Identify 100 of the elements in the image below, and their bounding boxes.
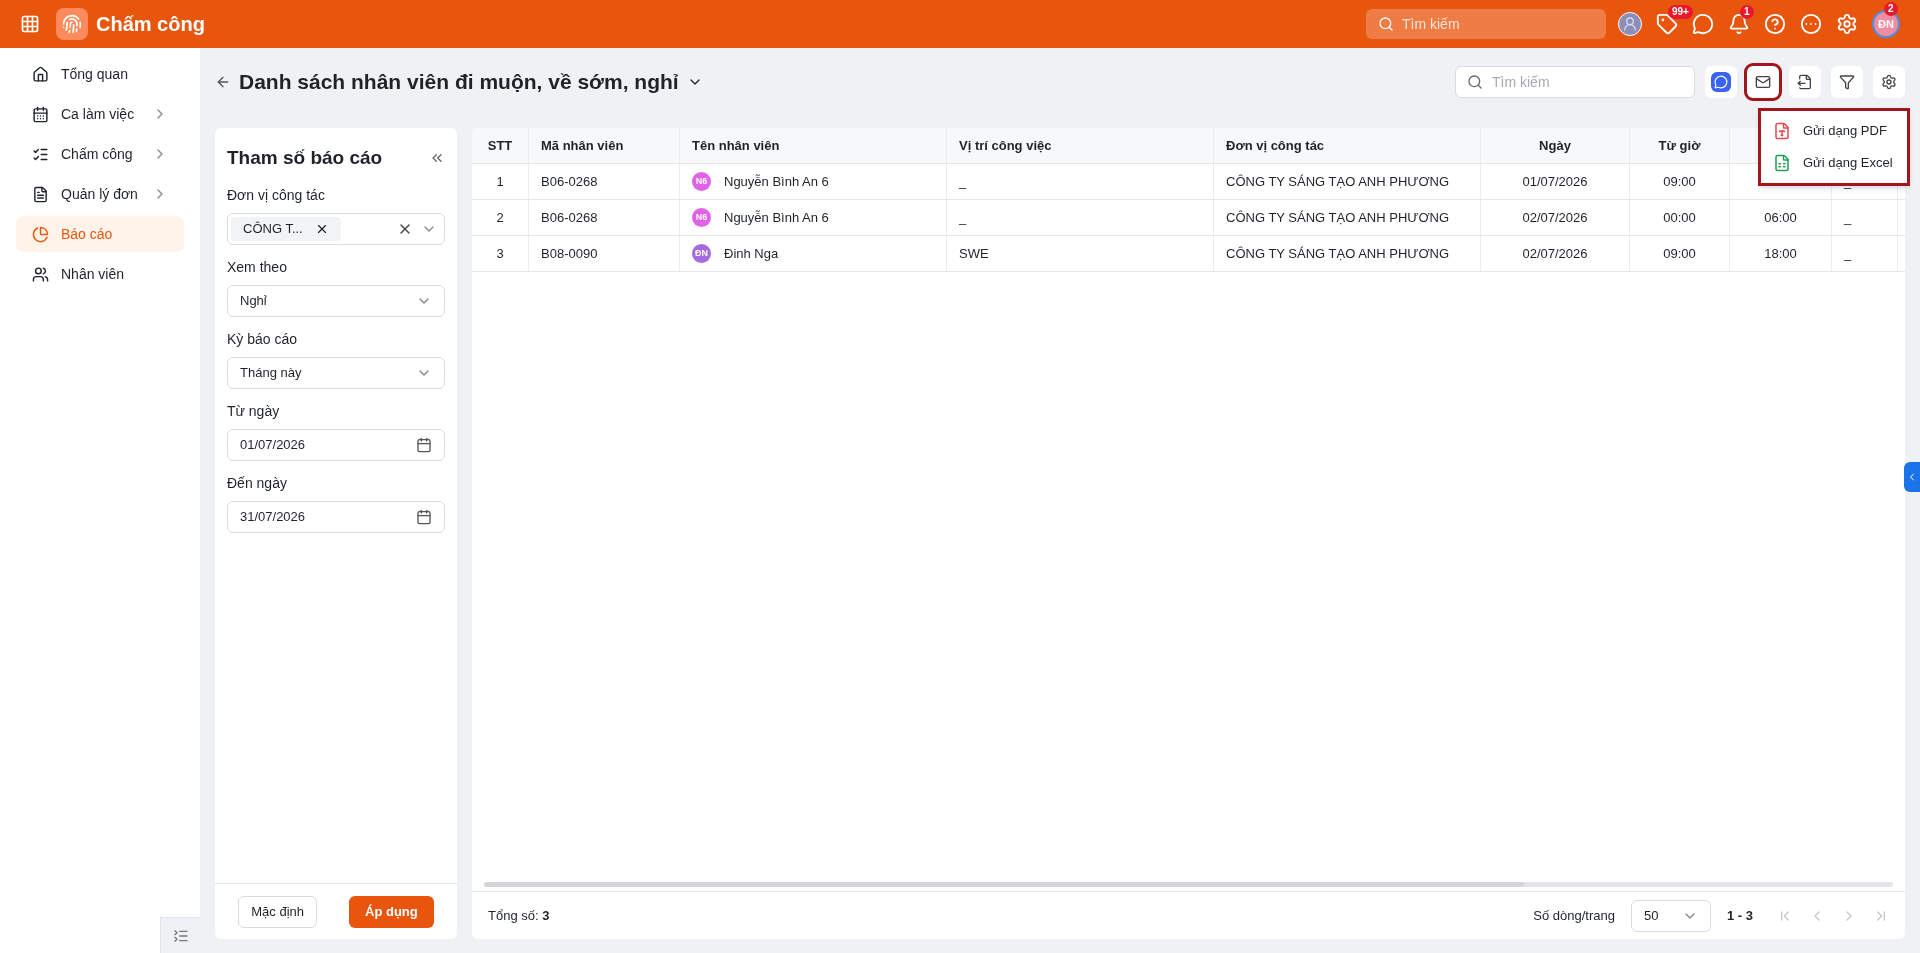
search-icon [1378, 16, 1394, 32]
table-cell-text: _ [959, 208, 967, 227]
table-cell-text: CÔNG TY SÁNG TẠO ANH PHƯƠNG [1226, 244, 1450, 263]
more-icon[interactable] [1800, 13, 1822, 35]
table-cell-text: 02/07/2026 [1522, 244, 1588, 263]
date-field[interactable]: 01/07/2026 [227, 428, 445, 461]
table-cell-text: 18:00 [1764, 244, 1797, 263]
collapse-sidebar-button[interactable] [160, 917, 200, 953]
notification-icon[interactable] [1728, 13, 1750, 35]
horizontal-scrollbar[interactable] [484, 882, 1893, 887]
sidebar-item[interactable]: Ca làm việc [16, 96, 184, 132]
table-cell-text: 06:00 [1764, 208, 1797, 227]
table-row[interactable]: 2 B06-0268 N6 Nguyễn Bình An 6 _ CÔNG TY SÁNG TẠO ANH PHƯƠNG 02/07/2026 00:00 06:00 _ [472, 200, 1905, 236]
table-cell-text: _ [1844, 208, 1852, 227]
selected-tag: CÔNG T... [231, 216, 341, 241]
table-cell-text: B06-0268 [541, 208, 598, 227]
column-header: Mã nhân viên [541, 136, 624, 155]
column-header: Vị trí công việc [959, 136, 1052, 155]
employee-avatar: ĐN [692, 244, 711, 263]
search-icon [1467, 74, 1483, 90]
side-panel-toggle[interactable] [1904, 462, 1920, 492]
table-cell-text: B08-0090 [541, 244, 598, 263]
users-icon [32, 265, 49, 283]
settings-icon[interactable] [1836, 13, 1858, 35]
select-field[interactable]: Tháng này [227, 356, 445, 389]
avatar-icon[interactable] [1618, 12, 1642, 36]
table-cell-text: 00:00 [1663, 208, 1696, 227]
toolbar-button[interactable] [1831, 66, 1863, 98]
employee-avatar: N6 [692, 208, 711, 227]
table-cell-text: B06-0268 [541, 172, 598, 191]
toolbar-button[interactable] [1705, 66, 1737, 98]
column-header: Ngày [1539, 136, 1571, 155]
toolbar-button[interactable] [1789, 66, 1821, 98]
field-label: Từ ngày [227, 401, 281, 421]
pie-chart-icon [32, 225, 49, 243]
table-cell-text: Nguyễn Bình An 6 [724, 208, 829, 227]
toolbar-button[interactable] [1747, 66, 1779, 98]
tag-icon[interactable] [1656, 13, 1678, 35]
chat-icon[interactable] [1692, 13, 1714, 35]
pdf-file-icon [1773, 122, 1791, 140]
apply-button[interactable]: Áp dụng [349, 895, 434, 928]
table-cell-text: 3 [496, 244, 504, 263]
employee-avatar: N6 [692, 172, 711, 191]
table-cell-text: CÔNG TY SÁNG TẠO ANH PHƯƠNG [1226, 172, 1450, 191]
table-cell-text: 1 [496, 172, 504, 191]
page-range: 1 - 3 [1727, 906, 1753, 925]
table-cell-text: 09:00 [1663, 244, 1696, 263]
home-icon [32, 65, 49, 83]
column-header: STT [487, 136, 513, 155]
default-button[interactable]: Mặc định [238, 895, 317, 928]
page-size-label: Số dòng/trang [1533, 906, 1615, 925]
count-badge: 2 [1884, 2, 1898, 16]
field-label: Kỳ báo cáo [227, 329, 299, 349]
page-size-select[interactable]: 50 [1631, 899, 1711, 932]
table-cell-text: SWE [959, 244, 989, 263]
table-cell-text: 09:00 [1663, 172, 1696, 191]
page-title: Danh sách nhân viên đi muộn, về sớm, nghỉ [239, 69, 679, 96]
column-header: Tên nhân viên [692, 136, 780, 155]
mail-icon [1755, 74, 1771, 90]
select-field[interactable]: Nghỉ [227, 284, 445, 317]
count-badge: 1 [1740, 5, 1754, 19]
toolbar-button[interactable] [1873, 66, 1905, 98]
settings-icon [1881, 74, 1897, 90]
calendar-icon [416, 436, 432, 453]
sidebar-item[interactable]: Chấm công [16, 136, 184, 172]
table-cell-text: _ [959, 172, 967, 191]
table-row[interactable]: 3 B08-0090 ĐN Đinh Nga SWE CÔNG TY SÁNG TẠO ANH PHƯƠNG 02/07/2026 09:00 18:00 _ [472, 236, 1905, 272]
table-cell-text: _ [1844, 244, 1852, 263]
table-cell-text: Đinh Nga [724, 244, 779, 263]
field-label: Xem theo [227, 257, 288, 277]
search-field[interactable]: Tìm kiếm [1455, 66, 1695, 98]
person-icon [1622, 16, 1638, 32]
help-icon[interactable] [1764, 13, 1786, 35]
collapse-icon [172, 927, 189, 944]
apps-grid-icon[interactable] [20, 14, 40, 34]
count-badge: 99+ [1668, 5, 1693, 19]
field-label: Đơn vị công tác [227, 185, 326, 205]
table-cell-text: 2 [496, 208, 504, 227]
document-icon [32, 185, 49, 203]
table-cell-text: CÔNG TY SÁNG TẠO ANH PHƯƠNG [1226, 208, 1450, 227]
filter-icon [1839, 74, 1855, 90]
menu-item[interactable]: Gửi dạng PDF [1761, 115, 1907, 147]
export-icon [1797, 74, 1813, 90]
app-title: Chấm công [96, 12, 205, 37]
search-field[interactable]: Tìm kiếm [1366, 9, 1606, 39]
column-header: Đơn vị công tác [1226, 136, 1325, 155]
sidebar-item[interactable]: Tổng quan [16, 56, 184, 92]
sidebar-item[interactable]: Nhân viên [16, 256, 184, 292]
date-field[interactable]: 31/07/2026 [227, 500, 445, 533]
field-label: Đến ngày [227, 473, 288, 493]
calendar-icon [416, 508, 432, 525]
calendar-icon [32, 105, 49, 123]
multi-select-field[interactable]: CÔNG T... [227, 212, 445, 245]
back-icon[interactable] [215, 74, 231, 90]
spreadsheet-file-icon [1773, 154, 1791, 172]
fingerprint-icon [62, 14, 82, 34]
column-header: Từ giờ [1658, 136, 1701, 155]
sidebar-item[interactable]: Quản lý đơn [16, 176, 184, 212]
total-count: Tổng số: 3 [488, 906, 550, 925]
table-cell-text: Nguyễn Bình An 6 [724, 172, 829, 191]
